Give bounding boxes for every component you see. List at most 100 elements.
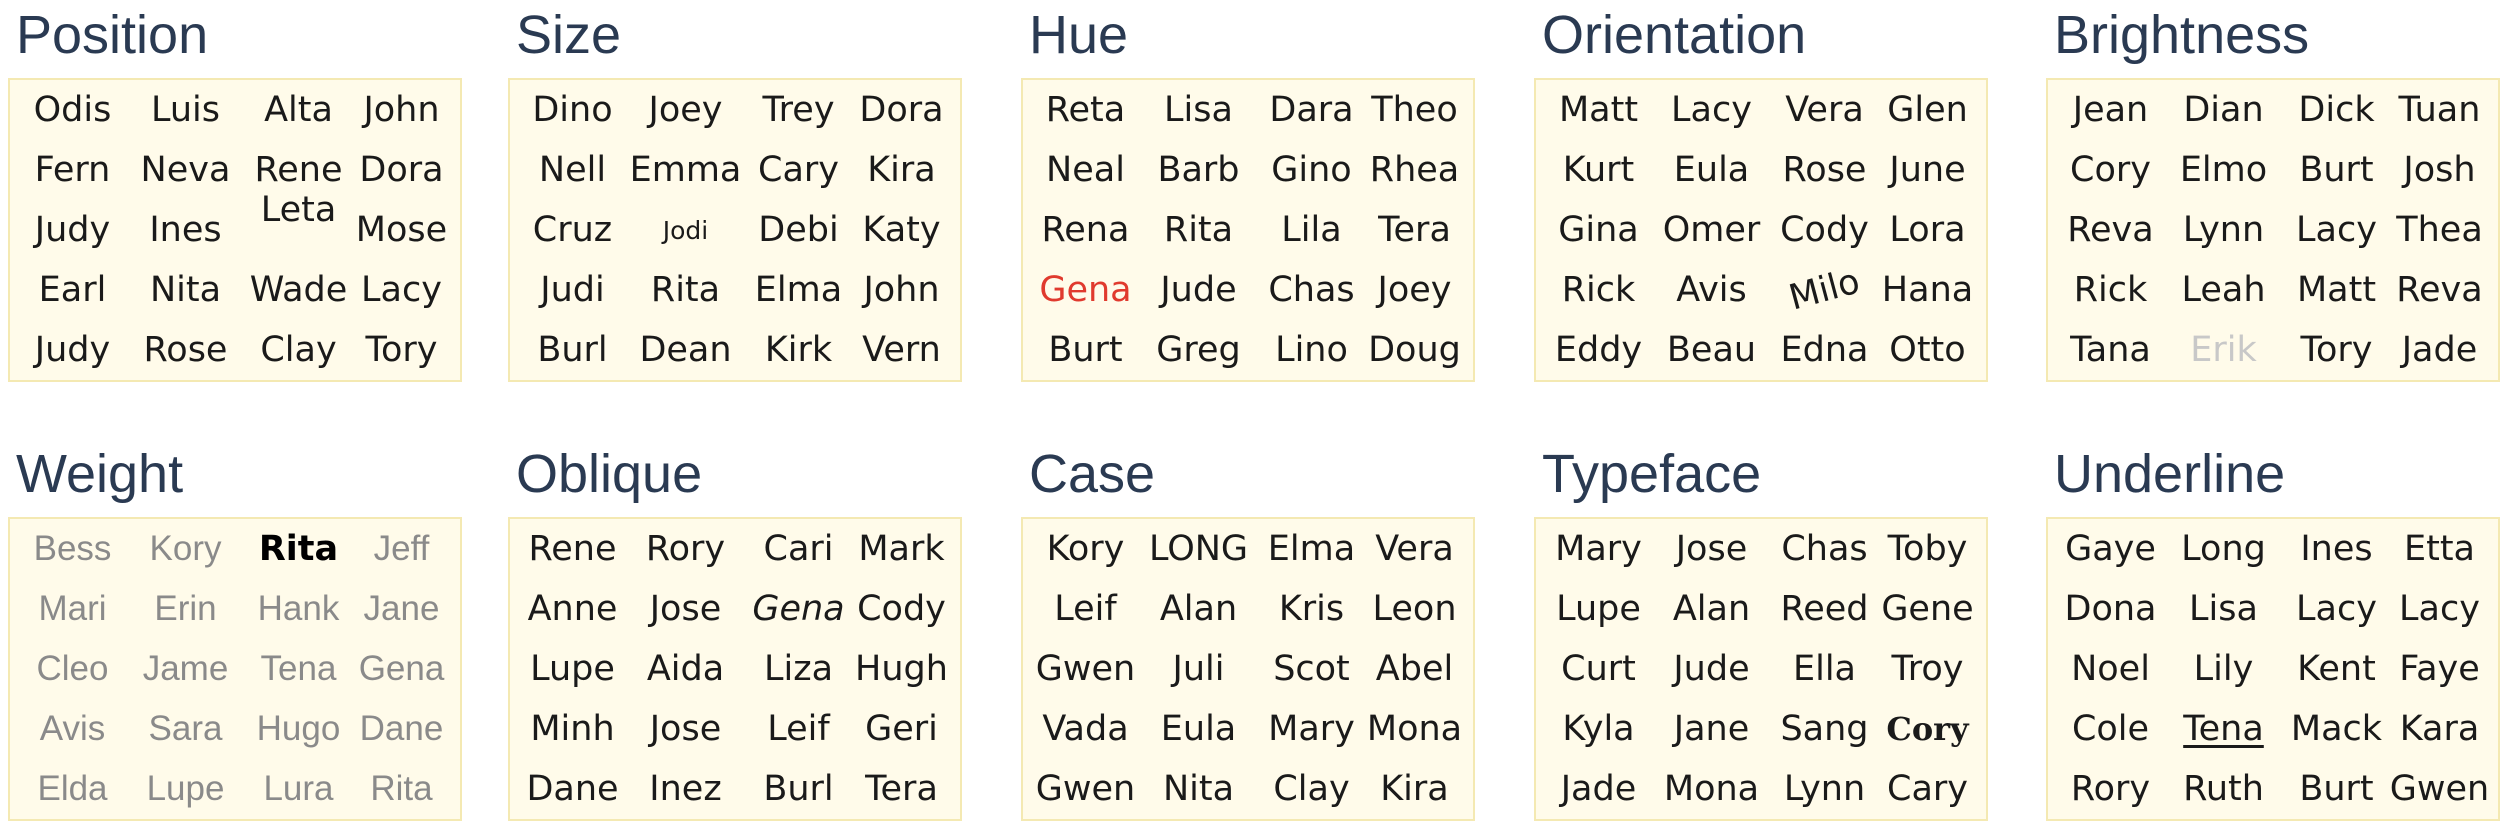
name-cell-red: Gena <box>1039 270 1132 310</box>
name-cell: Avis <box>1676 270 1747 310</box>
name-cell: Juli <box>1172 649 1225 689</box>
name-cell: Cary <box>1887 769 1968 809</box>
name-cell: Elma <box>1267 529 1356 569</box>
name-cell: Burt <box>2299 150 2374 190</box>
name-cell: Ella <box>1792 649 1856 689</box>
name-cell: Rose <box>143 330 228 370</box>
name-cell: Rita <box>1163 210 1234 250</box>
panel-title: Orientation <box>1542 5 1807 65</box>
name-cell: Reta <box>1045 90 1126 130</box>
name-cell: Kory <box>1046 529 1125 569</box>
name-cell: Liza <box>763 649 834 689</box>
panel-hue: Hue Reta Lisa Dara Theo Neal Barb Gino R… <box>1021 8 1477 384</box>
name-cell: Tory <box>2300 330 2373 370</box>
name-cell: Thea <box>2396 210 2483 250</box>
name-cell: Avis <box>39 709 106 748</box>
name-cell: Tera <box>865 769 938 809</box>
name-cell-uppercase: LONG <box>1148 529 1249 569</box>
name-cell: Reva <box>2396 270 2483 310</box>
panel-oblique: Oblique Rene Rory Cari Mark Anne Jose Ge… <box>508 447 964 823</box>
name-cell: Joey <box>1377 270 1452 310</box>
name-cell: Vada <box>1042 709 1129 749</box>
name-cell: Etta <box>2403 529 2475 569</box>
name-cell: Judy <box>34 330 111 370</box>
name-cell: Mona <box>1366 709 1463 749</box>
name-cell: Gwen <box>2389 769 2490 809</box>
name-cell: Vera <box>1785 90 1864 130</box>
name-cell: Josh <box>2403 150 2476 190</box>
name-cell: Lino <box>1275 330 1348 370</box>
name-cell: Tera <box>1378 210 1451 250</box>
panel-position: Position Odis Luis Alta John Fern Neva R… <box>8 8 464 384</box>
name-cell-italic: Gena <box>752 589 845 629</box>
name-cell: Cary <box>758 150 839 190</box>
name-cell: Rose <box>1782 150 1867 190</box>
name-cell: Leon <box>1372 589 1457 629</box>
name-cell: Ines <box>149 210 222 250</box>
name-cell: Reed <box>1780 589 1869 629</box>
name-cell: Erin <box>154 589 217 628</box>
name-cell: Dora <box>359 150 444 190</box>
name-cell: Chas <box>1781 529 1868 569</box>
name-cell: Dane <box>359 709 444 748</box>
name-cell: Doug <box>1368 330 1461 370</box>
name-cell: Reva <box>2067 210 2154 250</box>
name-cell: Cory <box>2070 150 2151 190</box>
name-cell: Theo <box>1371 90 1458 130</box>
name-cell: Lily <box>2193 649 2254 689</box>
name-cell: Mary <box>1268 709 1355 749</box>
name-cell: Gena <box>358 649 445 688</box>
name-cell: Lacy <box>2399 589 2480 629</box>
name-cell: Cruz <box>532 210 613 250</box>
name-cell: Gwen <box>1035 649 1136 689</box>
name-cell: Lisa <box>2189 589 2258 629</box>
name-cell: Matt <box>2296 270 2377 310</box>
name-cell: Faye <box>2399 649 2480 689</box>
name-cell: Kira <box>867 150 936 190</box>
name-grid: Jean Dian Dick Tuan Cory Elmo Burt Josh … <box>2046 78 2500 382</box>
name-cell-bold: Rita <box>258 529 339 569</box>
name-cell: Dick <box>2298 90 2375 130</box>
name-cell: Jose <box>649 589 722 629</box>
name-cell: Mose <box>355 210 448 250</box>
name-cell: Eddy <box>1554 330 1643 370</box>
name-cell-small: Jodi <box>662 215 709 245</box>
name-cell: Wade <box>249 270 348 310</box>
name-cell: Lacy <box>361 270 442 310</box>
name-cell: Dara <box>1269 90 1354 130</box>
name-cell: Ruth <box>2183 769 2264 809</box>
name-cell: Fern <box>34 150 111 190</box>
name-cell: Jane <box>363 589 440 628</box>
name-cell: Long <box>2181 529 2266 569</box>
name-cell-serif: Cory <box>1886 710 1969 748</box>
name-cell: Dane <box>526 769 619 809</box>
name-cell: Kris <box>1278 589 1345 629</box>
name-cell: Neva <box>140 150 231 190</box>
name-cell: Gino <box>1271 150 1352 190</box>
name-cell: Hugo <box>256 709 341 748</box>
panel-typeface: Typeface Mary Jose Chas Toby Lupe Alan R… <box>1534 447 1990 823</box>
name-cell: Rory <box>2070 769 2151 809</box>
name-cell: Noel <box>2071 649 2150 689</box>
name-cell: Dona <box>2064 589 2157 629</box>
panel-title: Weight <box>16 444 184 504</box>
name-cell: Jade <box>2401 330 2478 370</box>
name-cell: Barb <box>1157 150 1240 190</box>
name-cell: Curt <box>1561 649 1636 689</box>
name-cell: Gaye <box>2065 529 2156 569</box>
name-cell: John <box>363 90 440 130</box>
panel-weight: Weight Bess Kory Rita Jeff Mari Erin Han… <box>8 447 464 823</box>
name-grid: Gaye Long Ines Etta Dona Lisa Lacy Lacy … <box>2046 517 2500 821</box>
name-cell: Kara <box>2399 709 2480 749</box>
name-cell: Judy <box>34 210 111 250</box>
name-cell: Hank <box>257 589 340 628</box>
name-cell: Elmo <box>2179 150 2268 190</box>
name-cell: Cari <box>763 529 834 569</box>
name-cell: Emma <box>629 150 742 190</box>
name-grid: Rene Rory Cari Mark Anne Jose Gena Cody … <box>508 517 962 821</box>
name-cell: Alta <box>264 90 333 130</box>
name-cell: Clay <box>260 330 337 370</box>
name-cell: Rene <box>528 529 617 569</box>
name-cell: Rita <box>370 769 433 808</box>
name-cell: Kent <box>2297 649 2376 689</box>
